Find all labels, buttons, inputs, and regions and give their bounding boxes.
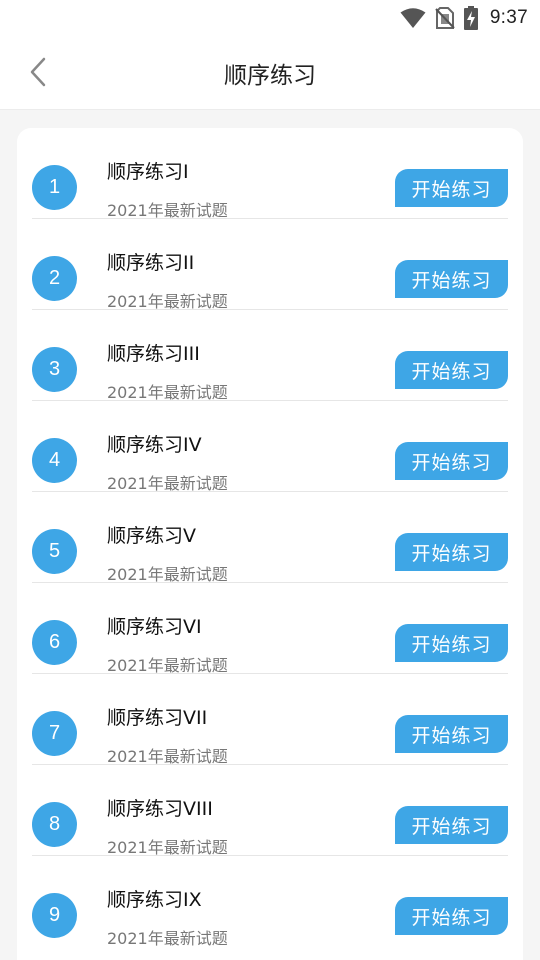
item-title: 顺序练习IV xyxy=(107,434,202,456)
list-item: 5 顺序练习V 2021年最新试题 开始练习 xyxy=(32,492,508,584)
item-number-badge: 4 xyxy=(32,438,77,483)
item-title: 顺序练习VI xyxy=(107,616,202,638)
start-practice-button[interactable]: 开始练习 xyxy=(395,260,508,298)
status-bar: 9:37 xyxy=(0,0,540,38)
item-title: 顺序练习I xyxy=(107,161,189,183)
list-item: 6 顺序练习VI 2021年最新试题 开始练习 xyxy=(32,583,508,675)
item-subtitle: 2021年最新试题 xyxy=(107,383,228,402)
battery-charging-icon xyxy=(463,6,478,30)
item-subtitle: 2021年最新试题 xyxy=(107,474,228,493)
item-subtitle: 2021年最新试题 xyxy=(107,656,228,675)
item-number-badge: 6 xyxy=(32,620,77,665)
item-number-badge: 5 xyxy=(32,529,77,574)
list-item: 2 顺序练习II 2021年最新试题 开始练习 xyxy=(32,219,508,311)
item-title: 顺序练习IX xyxy=(107,889,202,911)
item-number-badge: 1 xyxy=(32,165,77,210)
start-practice-button[interactable]: 开始练习 xyxy=(395,897,508,935)
list-item: 3 顺序练习III 2021年最新试题 开始练习 xyxy=(32,310,508,402)
item-number-badge: 8 xyxy=(32,802,77,847)
status-icons: 9:37 xyxy=(400,6,528,30)
item-subtitle: 2021年最新试题 xyxy=(107,201,228,220)
title-bar: 顺序练习 xyxy=(0,38,540,110)
start-practice-button[interactable]: 开始练习 xyxy=(395,533,508,571)
clock: 9:37 xyxy=(489,7,528,28)
item-title: 顺序练习II xyxy=(107,252,195,274)
item-title: 顺序练习III xyxy=(107,343,200,365)
item-number-badge: 7 xyxy=(32,711,77,756)
item-subtitle: 2021年最新试题 xyxy=(107,747,228,766)
item-number-badge: 9 xyxy=(32,893,77,938)
list-item: 9 顺序练习IX 2021年最新试题 开始练习 xyxy=(32,856,508,948)
list-item: 7 顺序练习VII 2021年最新试题 开始练习 xyxy=(32,674,508,766)
start-practice-button[interactable]: 开始练习 xyxy=(395,351,508,389)
no-sim-icon xyxy=(435,7,455,29)
item-title: 顺序练习V xyxy=(107,525,196,547)
page-title: 顺序练习 xyxy=(224,63,316,89)
item-title: 顺序练习VII xyxy=(107,707,208,729)
item-subtitle: 2021年最新试题 xyxy=(107,929,228,948)
item-subtitle: 2021年最新试题 xyxy=(107,565,228,584)
start-practice-button[interactable]: 开始练习 xyxy=(395,624,508,662)
item-title: 顺序练习VIII xyxy=(107,798,213,820)
start-practice-button[interactable]: 开始练习 xyxy=(395,169,508,207)
item-subtitle: 2021年最新试题 xyxy=(107,838,228,857)
start-practice-button[interactable]: 开始练习 xyxy=(395,442,508,480)
item-subtitle: 2021年最新试题 xyxy=(107,292,228,311)
start-practice-button[interactable]: 开始练习 xyxy=(395,806,508,844)
item-number-badge: 3 xyxy=(32,347,77,392)
practice-list: 1 顺序练习I 2021年最新试题 开始练习 2 顺序练习II 2021年最新试… xyxy=(17,128,523,960)
wifi-icon xyxy=(400,7,426,29)
list-item: 8 顺序练习VIII 2021年最新试题 开始练习 xyxy=(32,765,508,857)
list-item: 4 顺序练习IV 2021年最新试题 开始练习 xyxy=(32,401,508,493)
list-item: 1 顺序练习I 2021年最新试题 开始练习 xyxy=(32,128,508,220)
item-number-badge: 2 xyxy=(32,256,77,301)
start-practice-button[interactable]: 开始练习 xyxy=(395,715,508,753)
